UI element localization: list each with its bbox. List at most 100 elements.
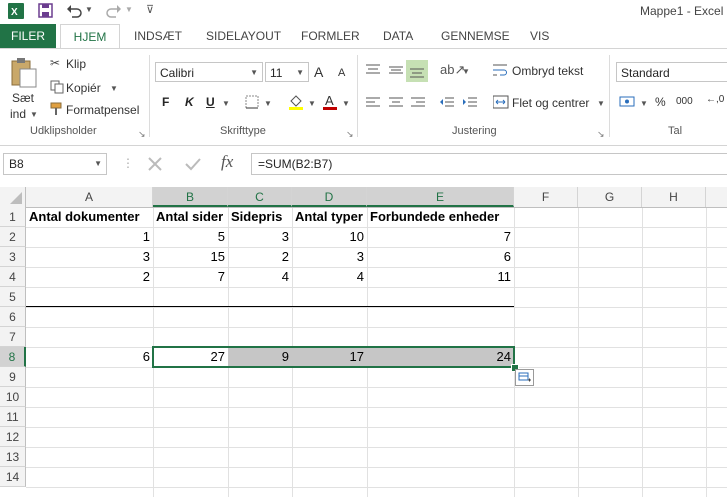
row-header-2[interactable]: 2	[0, 227, 26, 247]
formula-bar-drag-handle-icon[interactable]: ⋮	[122, 156, 134, 170]
row-header-6[interactable]: 6	[0, 307, 26, 327]
copy-button[interactable]: Kopiér	[66, 81, 101, 95]
column-header-f[interactable]: F	[514, 187, 578, 207]
cut-button[interactable]: Klip	[66, 57, 86, 71]
row-header-8[interactable]: 8	[0, 347, 26, 367]
cell-a4[interactable]: 2	[26, 267, 153, 287]
cell-e1[interactable]: Forbundede enheder	[367, 207, 514, 227]
cell-d1[interactable]: Antal typer	[292, 207, 367, 227]
redo-dropdown-icon[interactable]: ▼	[125, 5, 133, 14]
cell-b2[interactable]: 5	[153, 227, 228, 247]
row-header-4[interactable]: 4	[0, 267, 26, 287]
increase-indent-icon[interactable]	[463, 97, 477, 109]
align-bottom-button[interactable]	[406, 60, 428, 82]
column-header-c[interactable]: C	[228, 187, 292, 207]
enter-icon[interactable]	[184, 156, 202, 172]
shrink-font-button[interactable]: A	[338, 67, 345, 79]
row-header-12[interactable]: 12	[0, 427, 26, 447]
row-header-5[interactable]: 5	[0, 287, 26, 307]
column-header-e[interactable]: E	[367, 187, 514, 207]
customize-icon[interactable]: ⊽	[146, 3, 154, 16]
underline-dropdown-icon[interactable]: ▼	[222, 99, 230, 108]
row-header-11[interactable]: 11	[0, 407, 26, 427]
formula-input[interactable]: =SUM(B2:B7)	[251, 153, 727, 175]
undo-dropdown-icon[interactable]: ▼	[85, 5, 93, 14]
borders-dropdown-icon[interactable]: ▼	[264, 99, 272, 108]
merge-dropdown-icon[interactable]: ▼	[597, 99, 605, 108]
font-size-select[interactable]: 11 ▼	[265, 62, 309, 82]
cell-b3[interactable]: 15	[153, 247, 228, 267]
tab-data[interactable]: DATA	[383, 24, 413, 48]
insert-function-button[interactable]: fx	[221, 152, 233, 172]
increase-decimal-icon[interactable]: ←,0	[706, 94, 724, 105]
column-header-d[interactable]: D	[292, 187, 367, 207]
accounting-dropdown-icon[interactable]: ▼	[640, 99, 648, 108]
grow-font-button[interactable]: A	[314, 64, 323, 80]
cell-b4[interactable]: 7	[153, 267, 228, 287]
accounting-format-icon[interactable]	[619, 95, 637, 109]
row-header-13[interactable]: 13	[0, 447, 26, 467]
row-header-1[interactable]: 1	[0, 207, 26, 227]
tab-indsaet[interactable]: INDSÆT	[134, 24, 182, 48]
cell-a8[interactable]: 6	[26, 347, 153, 367]
tab-formler[interactable]: FORMLER	[301, 24, 360, 48]
cell-a3[interactable]: 3	[26, 247, 153, 267]
save-icon[interactable]	[38, 3, 53, 18]
cut-icon[interactable]: ✂	[50, 56, 60, 70]
font-name-select[interactable]: Calibri ▼	[155, 62, 263, 82]
redo-icon[interactable]	[106, 3, 122, 18]
format-painter-button[interactable]: Formatpensel	[66, 103, 139, 117]
wrap-text-icon[interactable]	[493, 63, 509, 77]
cell-e4[interactable]: 11	[367, 267, 514, 287]
cell-d3[interactable]: 3	[292, 247, 367, 267]
decrease-indent-icon[interactable]	[440, 97, 454, 109]
align-center-icon[interactable]	[389, 97, 403, 109]
name-box[interactable]: B8 ▼	[3, 153, 107, 175]
fill-color-dropdown-icon[interactable]: ▼	[308, 99, 316, 108]
paste-icon[interactable]	[10, 57, 38, 89]
format-painter-icon[interactable]	[50, 102, 64, 116]
cell-b1[interactable]: Antal sider	[153, 207, 228, 227]
underline-button[interactable]: U	[206, 95, 215, 109]
clipboard-launcher-icon[interactable]: ↘	[138, 129, 146, 140]
paste-label-2[interactable]: ind	[10, 107, 26, 121]
merge-center-button[interactable]: Flet og centrer	[512, 96, 589, 110]
alignment-launcher-icon[interactable]: ↘	[597, 129, 605, 140]
font-launcher-icon[interactable]: ↘	[346, 129, 354, 140]
tab-sidelayout[interactable]: SIDELAYOUT	[206, 24, 281, 48]
select-all-button[interactable]	[0, 187, 26, 207]
font-color-dropdown-icon[interactable]: ▼	[342, 99, 350, 108]
copy-icon[interactable]	[50, 80, 64, 94]
align-top-icon[interactable]	[366, 64, 380, 76]
thousands-button[interactable]: 000	[676, 96, 693, 107]
orientation-dropdown-icon[interactable]: ▼	[462, 67, 470, 76]
number-format-select[interactable]: Standard	[616, 62, 727, 82]
column-header-h[interactable]: H	[642, 187, 706, 207]
row-header-10[interactable]: 10	[0, 387, 26, 407]
fill-color-icon[interactable]	[288, 93, 304, 111]
cell-e3[interactable]: 6	[367, 247, 514, 267]
row-header-9[interactable]: 9	[0, 367, 26, 387]
paste-label-1[interactable]: Sæt	[12, 91, 34, 105]
merge-center-icon[interactable]	[493, 95, 509, 109]
column-header-a[interactable]: A	[26, 187, 153, 207]
paste-dropdown-icon[interactable]: ▼	[30, 110, 38, 119]
cell-e2[interactable]: 7	[367, 227, 514, 247]
cancel-icon[interactable]	[146, 156, 164, 172]
align-right-icon[interactable]	[411, 97, 425, 109]
align-middle-icon[interactable]	[389, 64, 403, 76]
undo-icon[interactable]	[66, 3, 82, 18]
cell-d4[interactable]: 4	[292, 267, 367, 287]
bold-button[interactable]: F	[162, 95, 169, 109]
tab-filer[interactable]: FILER	[0, 24, 56, 48]
cell-a1[interactable]: Antal dokumenter	[26, 207, 153, 227]
quick-analysis-button[interactable]	[515, 369, 534, 386]
cell-d2[interactable]: 10	[292, 227, 367, 247]
cell-c1[interactable]: Sidepris	[228, 207, 292, 227]
column-header-g[interactable]: G	[578, 187, 642, 207]
cell-c4[interactable]: 4	[228, 267, 292, 287]
tab-vis[interactable]: VIS	[530, 24, 549, 48]
tab-gennemse[interactable]: GENNEMSE	[441, 24, 510, 48]
percent-button[interactable]: %	[655, 95, 666, 109]
cell-c2[interactable]: 3	[228, 227, 292, 247]
